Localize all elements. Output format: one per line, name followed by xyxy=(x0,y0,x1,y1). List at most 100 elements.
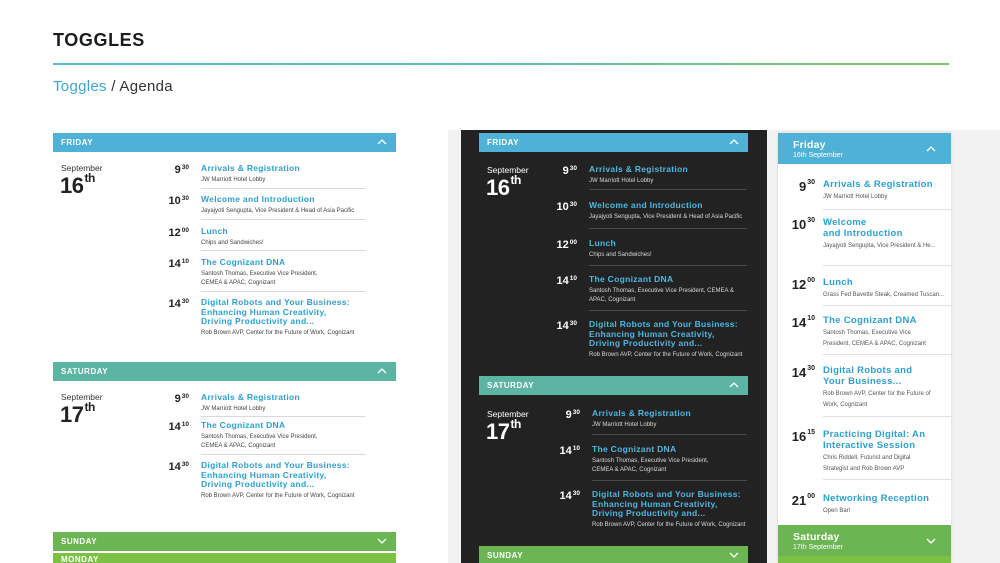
chevron-up-icon xyxy=(729,382,739,388)
accordion-header-sunday[interactable]: SUNDAY xyxy=(53,532,396,551)
item-time: 1200 xyxy=(556,239,577,251)
chevron-up-icon xyxy=(377,139,387,145)
item-title[interactable]: Digital Robots and Your Business: Enhanc… xyxy=(592,489,752,519)
accordion-header-friday[interactable]: FRIDAY xyxy=(479,133,748,152)
chevron-up-icon xyxy=(377,368,387,374)
item-title[interactable]: The Cognizant DNA xyxy=(201,257,366,268)
accordion-header-next[interactable] xyxy=(778,556,951,563)
accordion-header-saturday[interactable]: SATURDAY xyxy=(479,376,748,395)
item-time: 1615 xyxy=(791,429,815,444)
item-time: 1030 xyxy=(556,201,577,213)
item-title[interactable]: Digital Robots and Your Business: Enhanc… xyxy=(201,297,376,327)
item-title[interactable]: The Cognizant DNA xyxy=(823,315,951,326)
agenda-item: 1430 Digital Robots and Your Business: E… xyxy=(169,460,376,501)
item-title[interactable]: Networking Reception xyxy=(823,493,951,504)
item-divider xyxy=(201,416,366,417)
item-subtitle: JW Marriott Hotel Lobby xyxy=(823,194,888,200)
page-title: TOGGLES xyxy=(53,30,145,50)
item-title[interactable]: The Cognizant DNA xyxy=(589,274,747,285)
item-title[interactable]: Digital Robots and Your Business: Enhanc… xyxy=(201,460,376,490)
chevron-down-icon xyxy=(377,538,387,544)
item-divider xyxy=(201,250,366,251)
item-title[interactable]: Arrivals & Registration xyxy=(592,408,747,419)
item-divider xyxy=(592,480,747,481)
item-time: 1410 xyxy=(168,421,189,433)
item-subtitle: JW Marriott Hotel Lobby xyxy=(589,177,654,184)
item-time: 1430 xyxy=(556,320,577,332)
item-title[interactable]: Arrivals & Registration xyxy=(201,392,366,403)
item-title[interactable]: Arrivals & Registration xyxy=(201,163,366,174)
item-title[interactable]: Arrivals & Registration xyxy=(823,179,951,190)
item-title[interactable]: Lunch xyxy=(589,238,747,249)
chevron-down-icon xyxy=(729,552,739,558)
accordion-header-sunday[interactable]: SUNDAY xyxy=(479,546,748,563)
item-title[interactable]: Welcome and Introduction xyxy=(589,200,754,211)
agenda-item: 930 Arrivals & Registration JW Marriott … xyxy=(563,164,747,186)
agenda-item: 1430 Digital Robots and Your Business...… xyxy=(792,365,951,411)
agenda-item: 1200 Lunch Chips and Sandwiches! xyxy=(557,238,747,260)
chevron-up-icon xyxy=(926,146,936,152)
date-day: 17th xyxy=(486,417,521,444)
date-day: 16th xyxy=(486,173,521,200)
date-day: 17th xyxy=(60,400,95,427)
date-day: 16th xyxy=(60,171,95,198)
item-title[interactable]: Practicing Digital: An Interactive Sessi… xyxy=(823,429,951,451)
item-time: 1430 xyxy=(559,490,580,502)
item-title[interactable]: The Cognizant DNA xyxy=(592,444,747,455)
agenda-item: 1200 Lunch Grass Fed Bavette Steak, Crea… xyxy=(792,277,951,301)
agenda-item: 1030 Welcome and Introduction Jayajyoti … xyxy=(557,200,754,222)
item-title[interactable]: Lunch xyxy=(823,277,951,288)
item-title[interactable]: Welcome and Introduction xyxy=(823,217,951,239)
accordion-header-label: SATURDAY xyxy=(487,381,535,390)
item-time: 1200 xyxy=(168,227,189,239)
agenda-item: 1410 The Cognizant DNA Santosh Thomas, E… xyxy=(792,315,951,350)
item-title[interactable]: The Cognizant DNA xyxy=(201,420,366,431)
agenda-item: 1030 Welcome and Introduction Jayajyoti … xyxy=(169,194,376,216)
item-subtitle: Rob Brown AVP, Center for the Future of … xyxy=(589,351,743,358)
item-subtitle: Jayajyoti Sengupta, Vice President & Hea… xyxy=(201,207,355,214)
agenda-item: 930 Arrivals & Registration JW Marriott … xyxy=(175,163,366,185)
accordion-header-saturday[interactable]: SATURDAY xyxy=(53,362,396,381)
item-subtitle: Santosh Thomas, Executive Vice President… xyxy=(592,457,709,473)
item-time: 1430 xyxy=(168,461,189,473)
accordion-header-friday[interactable]: Friday 16th September xyxy=(778,133,951,164)
item-title[interactable]: Welcome and Introduction xyxy=(201,194,376,205)
accordion-header-label: SUNDAY xyxy=(487,551,524,560)
item-title[interactable]: Digital Robots and Your Business... xyxy=(823,365,951,387)
item-subtitle: Santosh Thomas, Executive Vice President… xyxy=(201,270,318,286)
title-divider xyxy=(53,63,949,65)
agenda-item: 1430 Digital Robots and Your Business: E… xyxy=(169,297,376,338)
accordion-header-monday[interactable]: MONDAY xyxy=(53,553,396,563)
item-subtitle: Chips and Sandwiches! xyxy=(201,239,264,246)
item-subtitle: Rob Brown AVP, Center for the Future of … xyxy=(592,521,746,528)
item-title[interactable]: Arrivals & Registration xyxy=(589,164,747,175)
date-month: September xyxy=(61,163,103,173)
agenda-item: 930 Arrivals & Registration JW Marriott … xyxy=(566,408,747,430)
item-subtitle: Jayajyoti Sengupta, Vice President & He.… xyxy=(823,243,936,249)
accordion-header-saturday[interactable]: Saturday 17th September xyxy=(778,525,951,556)
accordion-header-friday[interactable]: FRIDAY xyxy=(53,133,396,152)
agenda-item: 1430 Digital Robots and Your Business: E… xyxy=(557,319,754,360)
accordion-header-label: FRIDAY xyxy=(487,138,520,147)
item-subtitle: Chris Riddell, Futurist and Digital Stra… xyxy=(823,455,911,472)
item-title[interactable]: Digital Robots and Your Business: Enhanc… xyxy=(589,319,754,349)
agenda-item: 930 Arrivals & Registration JW Marriott … xyxy=(799,179,951,203)
agenda-item: 930 Arrivals & Registration JW Marriott … xyxy=(175,392,366,414)
item-time: 1430 xyxy=(168,298,189,310)
item-divider xyxy=(823,305,951,306)
breadcrumb-current: Agenda xyxy=(119,78,173,95)
chevron-up-icon xyxy=(729,139,739,145)
item-time: 930 xyxy=(562,165,577,177)
mobile-variant-card: Friday 16th September 930 Arrivals & Reg… xyxy=(778,133,951,563)
agenda-item: 1615 Practicing Digital: An Interactive … xyxy=(792,429,951,475)
item-time: 1030 xyxy=(168,195,189,207)
item-time: 1410 xyxy=(791,315,815,330)
dark-variant-panel: FRIDAY September 16th 930 Arrivals & Reg… xyxy=(461,130,767,563)
item-divider xyxy=(823,479,951,480)
item-divider xyxy=(823,265,951,266)
item-time: 930 xyxy=(174,393,189,405)
item-time: 1200 xyxy=(791,277,815,292)
item-title[interactable]: Lunch xyxy=(201,226,366,237)
item-divider xyxy=(201,188,366,189)
breadcrumb-link-toggles[interactable]: Toggles xyxy=(53,78,107,95)
